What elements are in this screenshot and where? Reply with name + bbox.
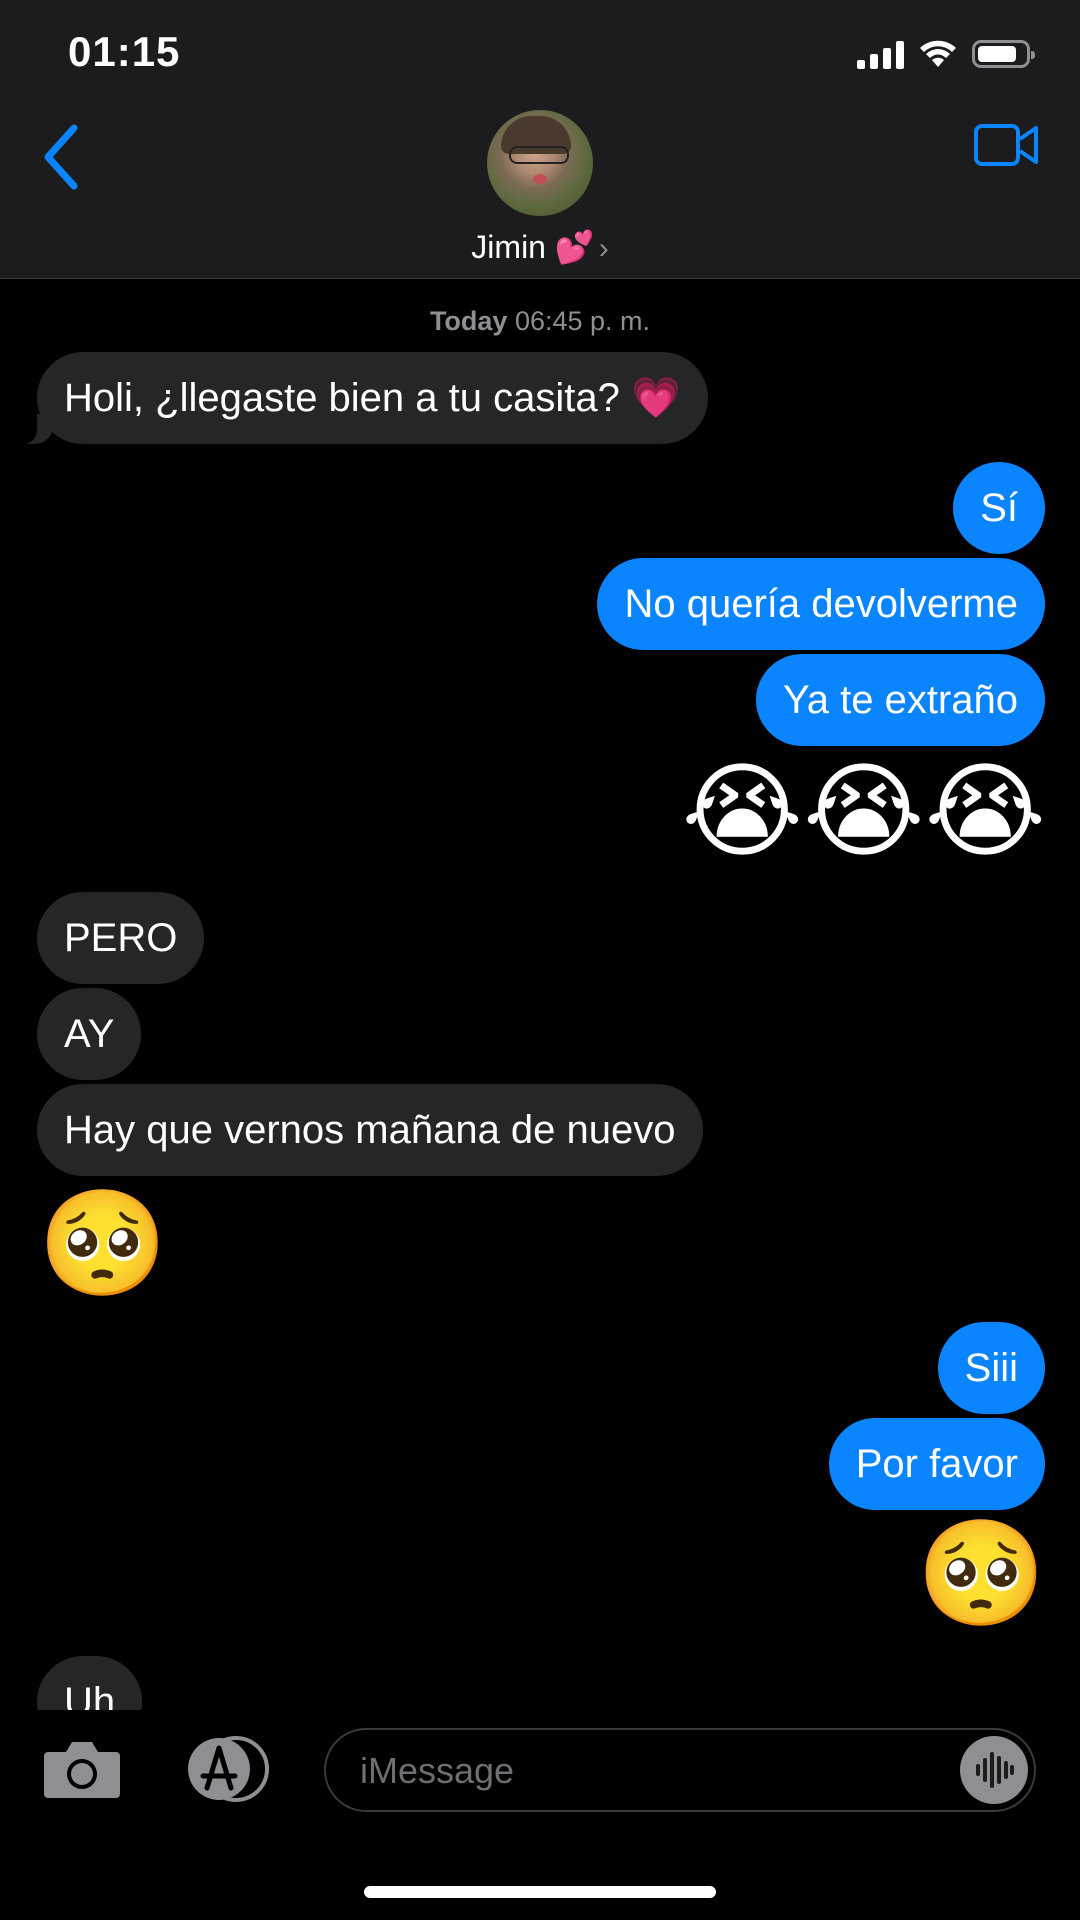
camera-icon[interactable] (42, 1738, 122, 1800)
message-text-input[interactable] (358, 1730, 942, 1812)
emoji-message-outgoing[interactable]: 😭😭😭 (681, 752, 1046, 872)
message-bubble-outgoing[interactable]: Ya te extraño (756, 654, 1045, 746)
battery-icon (972, 40, 1035, 68)
app-store-icon[interactable] (178, 1736, 270, 1802)
message-bubble-incoming[interactable]: Holi, ¿llegaste bien a tu casita? 💗 (15, 352, 708, 444)
contact-chevron-icon: › (598, 232, 609, 265)
message-bubble-outgoing[interactable]: Siii (937, 1322, 1045, 1414)
conversation-timestamp: Today 06:45 p. m. (0, 306, 1080, 337)
message-bubble-outgoing[interactable]: Por favor (828, 1418, 1045, 1510)
status-bar: 01:15 (0, 0, 1080, 110)
timestamp-time: 06:45 p. m. (514, 306, 651, 336)
contact-avatar[interactable] (487, 110, 593, 216)
imessage-input-field[interactable] (324, 1728, 1036, 1812)
back-chevron-icon[interactable] (38, 122, 84, 192)
message-bubble-incoming[interactable]: Hay que vernos mañana de nuevo (37, 1084, 703, 1176)
wifi-icon (920, 40, 956, 67)
home-indicator[interactable] (364, 1886, 716, 1898)
contact-name[interactable]: Jimin 💕 › (0, 228, 1080, 266)
message-bubble-incoming[interactable]: AY (37, 988, 142, 1080)
status-time: 01:15 (68, 28, 181, 75)
audio-waveform-icon[interactable] (960, 1736, 1028, 1804)
emoji-message-incoming[interactable]: 🥺 (38, 1184, 168, 1304)
message-bubble-incoming[interactable]: PERO (37, 892, 205, 984)
cellular-signal-icon (857, 39, 904, 69)
video-camera-icon[interactable] (974, 122, 1040, 168)
emoji-message-outgoing[interactable]: 🥺 (917, 1514, 1047, 1634)
status-icons (857, 34, 1035, 74)
message-bubble-outgoing[interactable]: Sí (953, 462, 1045, 554)
contact-name-label: Jimin 💕 (471, 229, 595, 265)
conversation-header: Jimin 💕 › (0, 110, 1080, 279)
timestamp-day: Today (429, 306, 508, 336)
message-bubble-outgoing[interactable]: No quería devolverme (597, 558, 1045, 650)
